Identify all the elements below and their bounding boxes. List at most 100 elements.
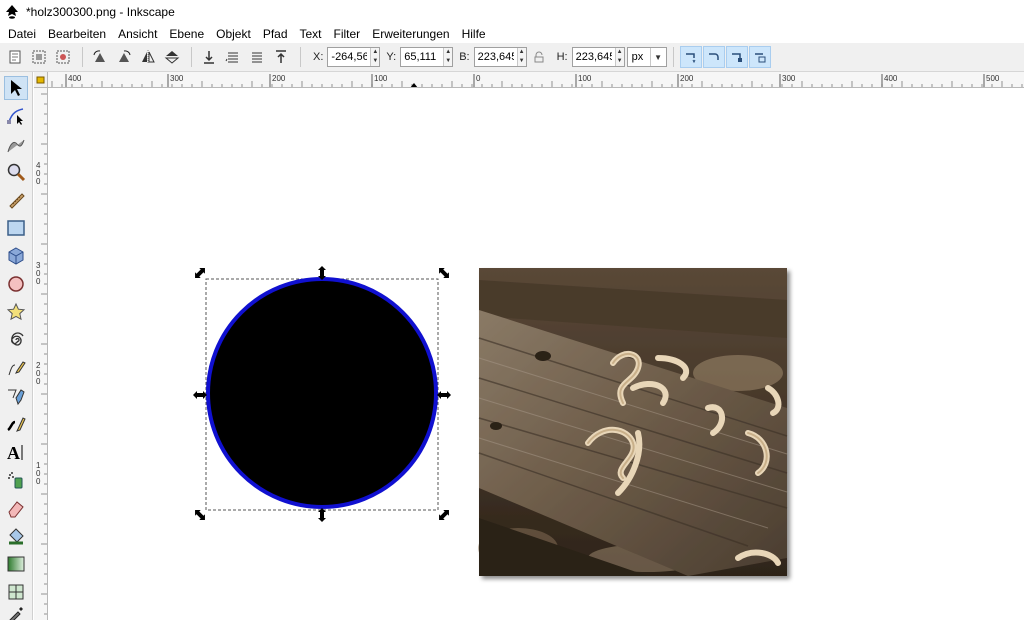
rectangle-tool-icon[interactable] [4, 216, 28, 240]
menu-objekt[interactable]: Objekt [210, 27, 257, 41]
ruler-label: 500 [986, 74, 1000, 83]
separator [191, 47, 192, 67]
y-spin-arrows[interactable]: ▲ ▼ [443, 48, 453, 66]
flip-vertical-icon[interactable] [161, 46, 183, 68]
tweak-tool-icon[interactable] [4, 132, 28, 156]
spin-up-icon[interactable]: ▲ [371, 48, 379, 57]
toolbox: A [0, 72, 33, 620]
spin-down-icon[interactable]: ▼ [371, 57, 379, 66]
ellipse-tool-icon[interactable] [4, 272, 28, 296]
3d-box-tool-icon[interactable] [4, 244, 28, 268]
height-spinbox[interactable]: ▲▼ [571, 47, 625, 67]
pen-tool-icon[interactable] [4, 384, 28, 408]
raise-to-top-icon[interactable] [270, 46, 292, 68]
spin-up-icon[interactable]: ▲ [518, 48, 526, 57]
ruler-label: 0 [36, 177, 41, 186]
menu-datei[interactable]: Datei [2, 27, 42, 41]
select-all-layers-icon[interactable] [28, 46, 50, 68]
ruler-label: 0 [36, 377, 41, 386]
paint-bucket-tool-icon[interactable] [4, 524, 28, 548]
star-tool-icon[interactable] [4, 300, 28, 324]
lower-icon[interactable] [222, 46, 244, 68]
menu-bar: Datei Bearbeiten Ansicht Ebene Objekt Pfad Tex… [0, 24, 1024, 43]
height-spin-arrows[interactable]: ▲ ▼ [614, 48, 624, 66]
menu-ebene[interactable]: Ebene [163, 27, 210, 41]
menu-text[interactable]: Text [294, 27, 328, 41]
y-label: Y: [386, 51, 397, 63]
select-all-icon[interactable] [4, 46, 26, 68]
raise-icon[interactable] [246, 46, 268, 68]
menu-pfad[interactable]: Pfad [257, 27, 294, 41]
x-spin-arrows[interactable]: ▲ ▼ [370, 48, 380, 66]
ruler-label: 200 [680, 74, 694, 83]
lower-to-bottom-icon[interactable] [198, 46, 220, 68]
handle-top-right-icon[interactable] [436, 265, 452, 281]
y-spinbox[interactable]: ▲▼ [400, 47, 454, 67]
menu-erweiterungen[interactable]: Erweiterungen [366, 27, 455, 41]
chevron-down-icon[interactable]: ▼ [649, 48, 666, 66]
rotate-cw-icon[interactable] [113, 46, 135, 68]
menu-filter[interactable]: Filter [328, 27, 367, 41]
scale-corners-toggle-icon[interactable] [702, 46, 725, 68]
x-spinbox[interactable]: ▲▼ [327, 47, 381, 67]
handle-top-left-icon[interactable] [192, 265, 208, 281]
height-label: H: [556, 51, 568, 63]
dropper-tool-icon[interactable] [4, 602, 28, 620]
handle-left-icon[interactable] [193, 391, 207, 399]
flip-horizontal-icon[interactable] [137, 46, 159, 68]
selected-circle[interactable] [206, 277, 438, 509]
width-spin-arrows[interactable]: ▲ ▼ [516, 48, 526, 66]
wood-photo-image[interactable] [478, 268, 788, 576]
zoom-tool-icon[interactable] [4, 160, 28, 184]
x-input[interactable] [328, 48, 371, 66]
spin-down-icon[interactable]: ▼ [444, 57, 452, 66]
width-label: B: [459, 51, 470, 63]
spin-up-icon[interactable]: ▲ [616, 48, 624, 57]
menu-bearbeiten[interactable]: Bearbeiten [42, 27, 112, 41]
width-spinbox[interactable]: ▲▼ [473, 47, 527, 67]
lock-aspect-icon[interactable] [531, 49, 547, 65]
handle-right-icon[interactable] [437, 391, 451, 399]
ruler-label: 400 [884, 74, 898, 83]
calligraphy-tool-icon[interactable] [4, 412, 28, 436]
spin-down-icon[interactable]: ▼ [616, 57, 624, 66]
rotate-ccw-icon[interactable] [89, 46, 111, 68]
gradient-tool-icon[interactable] [4, 552, 28, 576]
menu-ansicht[interactable]: Ansicht [112, 27, 163, 41]
menu-hilfe[interactable]: Hilfe [456, 27, 492, 41]
measure-tool-icon[interactable] [4, 188, 28, 212]
scale-stroke-toggle-icon[interactable] [679, 46, 702, 68]
spin-down-icon[interactable]: ▼ [518, 57, 526, 66]
spiral-tool-icon[interactable] [4, 328, 28, 352]
handle-bottom-left-icon[interactable] [192, 507, 208, 523]
eraser-tool-icon[interactable] [4, 496, 28, 520]
move-gradients-toggle-icon[interactable] [725, 46, 748, 68]
selector-tool-icon[interactable] [4, 76, 28, 100]
unit-value: px [631, 51, 644, 63]
y-input[interactable] [401, 48, 444, 66]
spin-up-icon[interactable]: ▲ [444, 48, 452, 57]
title-bar: *holz300300.png - Inkscape [0, 0, 1024, 24]
inkscape-logo-icon [6, 5, 18, 19]
drawing-canvas[interactable] [48, 88, 1024, 620]
ruler-label: 400 [68, 74, 82, 83]
ruler-label: 100 [578, 74, 592, 83]
handle-bottom-right-icon[interactable] [436, 507, 452, 523]
move-patterns-toggle-icon[interactable] [748, 46, 771, 68]
horizontal-ruler[interactable]: 400 300 200 100 0 100 200 300 400 500 [48, 72, 1024, 88]
spray-tool-icon[interactable] [4, 468, 28, 492]
separator [672, 47, 674, 67]
ruler-corner [34, 72, 48, 88]
pencil-tool-icon[interactable] [4, 356, 28, 380]
unit-select[interactable]: px ▼ [626, 47, 667, 67]
deselect-icon[interactable] [52, 46, 74, 68]
vertical-ruler[interactable]: 400300200100 [34, 88, 48, 620]
text-tool-icon[interactable]: A [4, 440, 28, 464]
tool-controls-bar: X: ▲▼ Y: ▲▼ B: ▲▼ H: ▲▼ px ▼ [0, 43, 1024, 72]
width-input[interactable] [474, 48, 517, 66]
ruler-label: 0 [36, 277, 41, 286]
mesh-tool-icon[interactable] [4, 580, 28, 604]
height-input[interactable] [572, 48, 615, 66]
node-tool-icon[interactable] [4, 104, 28, 128]
ruler-label: 200 [272, 74, 286, 83]
